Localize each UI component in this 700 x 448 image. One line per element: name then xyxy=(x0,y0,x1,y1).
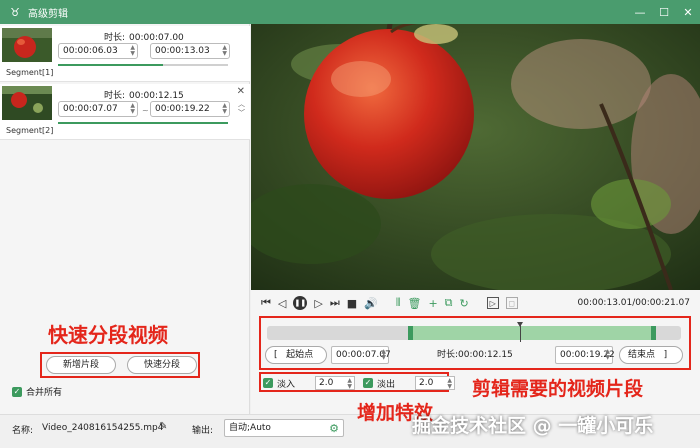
mark-out-icon[interactable]: ◻ xyxy=(505,297,518,309)
checkmark-icon: ✓ xyxy=(363,378,373,388)
trim-start-time[interactable]: 00:00:07.07 ▲ ▼ xyxy=(331,346,391,364)
window-title: 高级剪辑 xyxy=(28,8,68,20)
step-forward-icon[interactable]: ▷ xyxy=(314,297,322,310)
segment-end-time[interactable]: 00:00:13.03 ▲ ▼ xyxy=(150,43,230,59)
timecode: 00:00:13.01/00:00:21.07 xyxy=(577,298,691,308)
playhead[interactable] xyxy=(516,322,523,342)
segment-duration: 时长: 00:00:07.00 xyxy=(104,33,184,43)
segment-item-2[interactable]: Segment[2] 时长: 00:00:12.15 00:00:07.07 ▲ ▼ … xyxy=(0,84,250,140)
segment-duration: 时长: 00:00:12.15 xyxy=(104,91,184,101)
set-end-button[interactable]: 结束点 ] xyxy=(619,346,683,364)
trim-end-time[interactable]: 00:00:19.22 ▲ ▼ xyxy=(555,346,615,364)
file-name: Video_240816154255.mp4 xyxy=(42,423,164,433)
timeline-end-handle[interactable] xyxy=(651,326,657,340)
transport-bar: ⏮ ◁ ❚❚ ▷ ⏭ ■ 🔊 ⫴ 🗑 + ⧉ ↻ ▷ ◻ xyxy=(261,294,518,312)
pause-icon[interactable]: ❚❚ xyxy=(293,296,308,310)
close-icon[interactable]: ✕ xyxy=(237,86,245,97)
name-label: 名称: xyxy=(12,426,34,436)
skip-end-icon[interactable]: ⏭ xyxy=(330,296,340,310)
timeline-track[interactable] xyxy=(267,322,681,342)
stop-icon[interactable]: ■ xyxy=(347,297,357,310)
timeline-start-handle[interactable] xyxy=(407,326,413,340)
segment-progress xyxy=(58,122,228,124)
segment-thumbnail xyxy=(2,28,52,62)
add-icon[interactable]: + xyxy=(428,297,437,310)
merge-all-checkbox[interactable]: ✓ 合并所有 xyxy=(12,385,62,398)
app-logo-icon: ♉ xyxy=(10,5,20,19)
set-start-button[interactable]: [ 起始点 xyxy=(265,346,327,364)
fade-out-input[interactable]: 2.0 ▲ ▼ xyxy=(415,376,456,390)
minimize-icon[interactable]: — xyxy=(634,6,646,19)
time-separator: ~ xyxy=(142,106,149,115)
checkmark-icon: ✓ xyxy=(12,386,22,397)
checkmark-icon: ✓ xyxy=(263,378,273,388)
video-preview[interactable] xyxy=(251,24,700,290)
segment-item-1[interactable]: Segment[1] 时长: 00:00:07.00 00:00:06.03 ▲ ▼ … xyxy=(0,26,250,82)
annotation-trim-clip: 剪辑需要的视频片段 xyxy=(472,378,644,400)
quick-split-button[interactable]: 快速分段 xyxy=(127,356,197,374)
watermark: 掘金技术社区 @ 一罐小可乐 xyxy=(412,415,654,437)
video-frame-image xyxy=(251,24,700,290)
copy-icon[interactable]: ⧉ xyxy=(445,296,453,310)
volume-icon[interactable]: 🔊 xyxy=(364,297,378,310)
segment-thumbnail xyxy=(2,86,52,120)
fade-in-control[interactable]: ✓ 淡入 2.0 ▲ ▼ xyxy=(263,376,356,390)
segment-end-time[interactable]: 00:00:19.22 ▲ ▼ xyxy=(150,101,230,117)
trim-duration: 时长:00:00:12.15 xyxy=(437,350,513,360)
title-bar: ♉ 高级剪辑 — ☐ ✕ xyxy=(0,0,700,24)
fade-in-input[interactable]: 2.0 ▲ ▼ xyxy=(315,376,356,390)
gear-icon[interactable]: ⚙ xyxy=(329,421,339,437)
trim-controls: [ 起始点 00:00:07.07 ▲ ▼ 时长:00:00:12.15 00:00… xyxy=(265,346,685,364)
segment-label: Segment[2] xyxy=(6,126,54,135)
delete-icon[interactable]: 🗑 xyxy=(407,297,421,310)
output-label: 输出: xyxy=(192,426,214,436)
step-back-icon[interactable]: ◁ xyxy=(278,297,286,310)
close-icon[interactable]: ✕ xyxy=(682,6,694,19)
fade-out-control[interactable]: ✓ 淡出 2.0 ▲ ▼ xyxy=(363,376,456,390)
segment-start-time[interactable]: 00:00:07.07 ▲ ▼ xyxy=(58,101,138,117)
timeline-selection xyxy=(407,326,657,340)
maximize-icon[interactable]: ☐ xyxy=(658,6,670,19)
skip-start-icon[interactable]: ⏮ xyxy=(261,296,271,310)
segment-progress xyxy=(58,64,228,66)
mark-in-icon[interactable]: ▷ xyxy=(486,297,499,309)
segment-label: Segment[1] xyxy=(6,68,54,77)
reorder-arrows-icon[interactable]: ︿ ﹀ xyxy=(238,100,245,118)
reset-icon[interactable]: ↻ xyxy=(460,297,469,310)
split-icon[interactable]: ⫴ xyxy=(396,296,401,310)
annotation-quick-split: 快速分段视频 xyxy=(48,323,168,347)
output-select[interactable]: 自动;Auto ⚙ xyxy=(224,419,344,437)
add-segment-button[interactable]: 新增片段 xyxy=(46,356,116,374)
segment-start-time[interactable]: 00:00:06.03 ▲ ▼ xyxy=(58,43,138,59)
edit-icon[interactable]: ✎ xyxy=(159,421,167,432)
window-controls: — ☐ ✕ xyxy=(634,0,694,24)
